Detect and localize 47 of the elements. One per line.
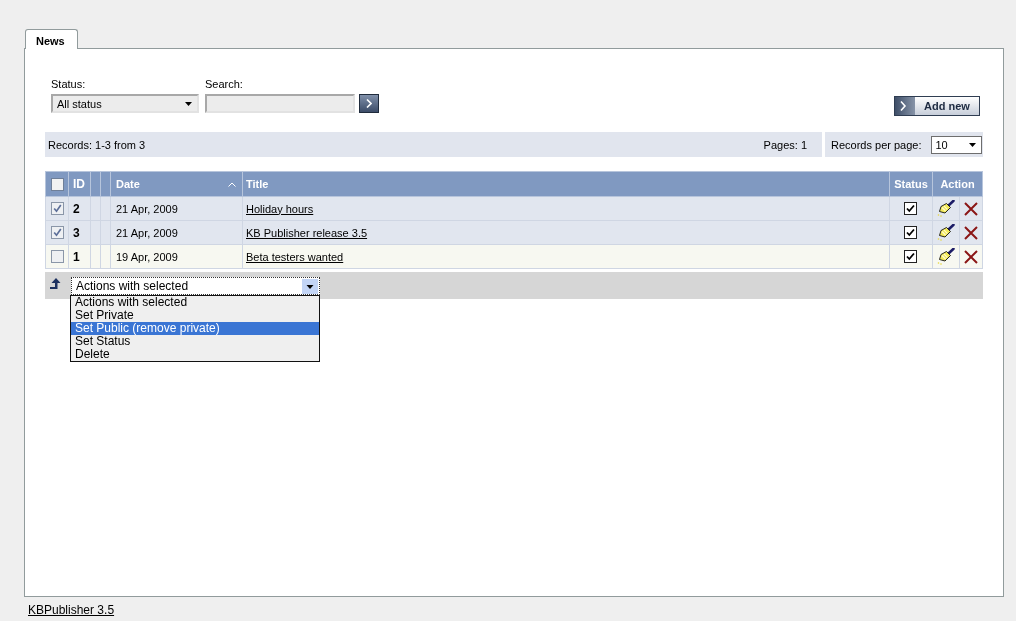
table-cell: 2 <box>73 201 80 216</box>
paintbrush-icon[interactable] <box>937 200 955 217</box>
tab[interactable]: News <box>25 29 78 49</box>
arrow-up-icon <box>50 278 61 289</box>
caret-down-icon <box>302 278 318 294</box>
table-cell: 19 Apr, 2009 <box>116 250 178 263</box>
field-label: Status: <box>51 78 86 91</box>
title-link[interactable]: Holiday hours <box>246 202 314 215</box>
caret-down-icon <box>968 142 976 147</box>
cross-icon[interactable] <box>964 225 978 240</box>
dropdown-option[interactable]: Delete <box>71 348 319 361</box>
paintbrush-icon[interactable] <box>937 248 955 265</box>
checkbox[interactable] <box>50 250 64 264</box>
records-summary: Records: 1-3 from 3 <box>48 138 146 151</box>
paintbrush-icon[interactable] <box>937 224 955 241</box>
field-label: Search: <box>205 78 243 91</box>
title-link[interactable]: Beta testers wanted <box>246 250 344 263</box>
title-link[interactable]: KB Publisher release 3.5 <box>246 226 368 239</box>
cross-icon[interactable] <box>964 249 978 264</box>
chevron-right-icon <box>895 97 915 115</box>
per-page-select[interactable]: 10 <box>930 135 982 154</box>
table-cell: 21 Apr, 2009 <box>116 202 178 215</box>
status-checkbox[interactable] <box>904 250 918 264</box>
caret-up-icon <box>228 181 236 187</box>
chevron-right-icon <box>366 99 372 108</box>
caret-down-icon <box>185 101 192 106</box>
table-cell: 1 <box>73 249 80 264</box>
status-checkbox[interactable] <box>904 202 918 216</box>
add-new-button[interactable]: Add new <box>894 96 980 116</box>
status-checkbox[interactable] <box>904 226 918 240</box>
search-button[interactable] <box>359 94 379 113</box>
field-label: Records per page: <box>831 138 922 151</box>
dropdown-option[interactable]: Actions with selected <box>71 296 319 309</box>
table-cell: 3 <box>73 225 80 240</box>
table-cell: 21 Apr, 2009 <box>116 226 178 239</box>
actions-select[interactable]: Actions with selected <box>71 277 320 295</box>
dropdown-option[interactable]: Set Private <box>71 309 319 322</box>
dropdown-option[interactable]: Set Status <box>71 335 319 348</box>
cross-icon[interactable] <box>964 201 978 216</box>
checkbox[interactable] <box>50 177 64 191</box>
search-field[interactable] <box>205 94 355 113</box>
dropdown-option[interactable]: Set Public (remove private) <box>71 322 319 335</box>
pages-count: Pages: 1 <box>763 138 807 151</box>
footer-link[interactable]: KBPublisher 3.5 <box>28 603 115 617</box>
checkbox[interactable] <box>50 226 64 240</box>
status-select[interactable]: All status <box>51 94 199 113</box>
checkbox[interactable] <box>50 202 64 216</box>
